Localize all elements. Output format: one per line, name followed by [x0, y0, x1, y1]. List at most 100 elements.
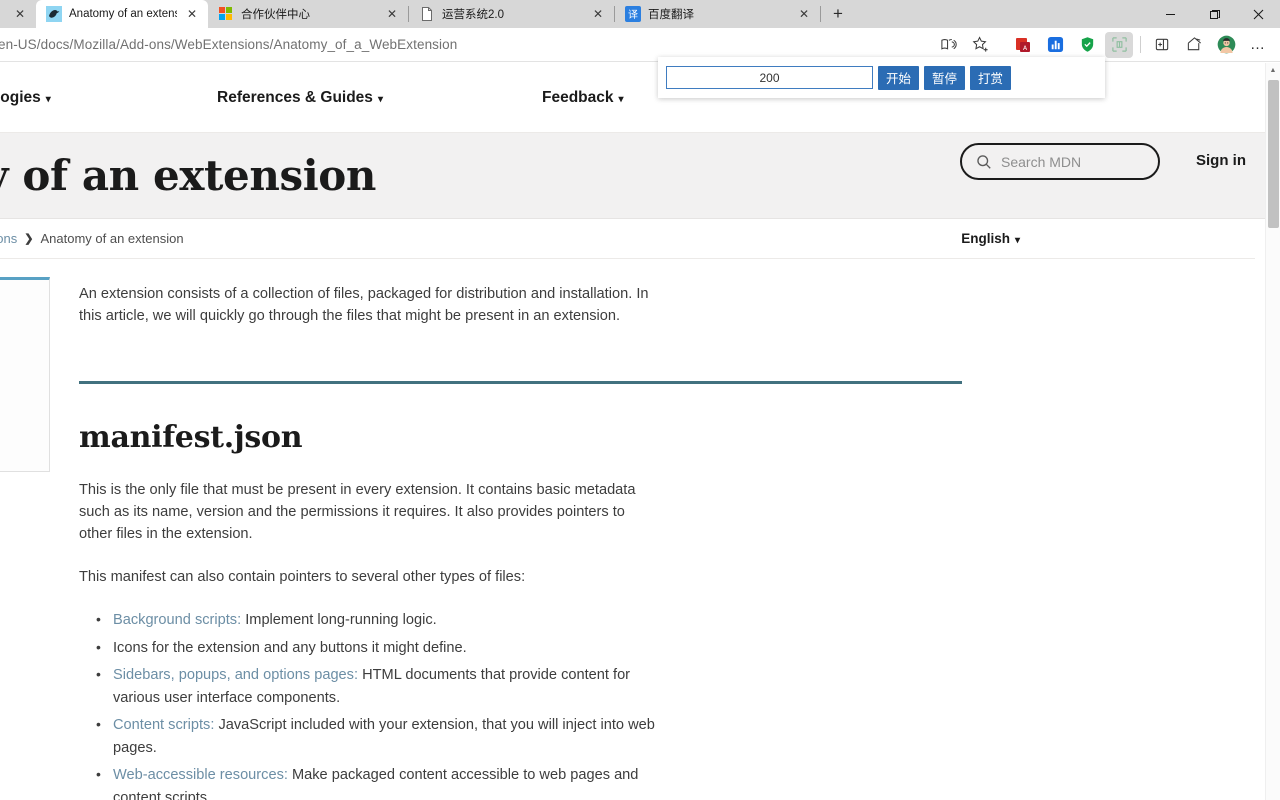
profile-avatar-icon — [1217, 35, 1235, 54]
share-icon — [1187, 37, 1201, 51]
chevron-down-icon: ▾ — [618, 93, 624, 105]
profile-button[interactable] — [1212, 32, 1240, 58]
url-input[interactable]: en-US/docs/Mozilla/Add-ons/WebExtensions… — [0, 37, 932, 52]
page-body: s pages es An extension consists of a co… — [0, 259, 1280, 800]
tab-partial-left[interactable]: ✕ — [0, 0, 36, 28]
section-paragraph-1: This is the only file that must be prese… — [79, 482, 636, 542]
settings-more-button[interactable]: … — [1244, 32, 1272, 58]
article-content: An extension consists of a collection of… — [79, 259, 979, 800]
active-extension-icon — [1111, 37, 1127, 52]
analytics-extension-icon — [1047, 36, 1063, 53]
nav-item-references-guides[interactable]: References & Guides ▾ — [217, 89, 542, 107]
new-tab-button[interactable]: + — [825, 1, 851, 27]
count-input[interactable]: 200 — [666, 66, 873, 89]
tab-operations-system[interactable]: 运营系统2.0 ✕ — [409, 0, 614, 28]
breadcrumb: ser Extensions ❯ Anatomy of an extension — [0, 231, 184, 246]
read-aloud-icon — [940, 38, 957, 50]
tab-title: 合作伙伴中心 — [241, 9, 310, 21]
nav-item-feedback[interactable]: Feedback ▾ — [542, 89, 624, 107]
close-window-button[interactable] — [1236, 0, 1280, 28]
browser-window: ✕ Anatomy of an extension - Mozi ✕ 合作伙伴中… — [0, 0, 1280, 800]
split-screen-icon — [1155, 38, 1168, 51]
breadcrumb-current: Anatomy of an extension — [40, 231, 184, 246]
breadcrumb-link-browser-extensions[interactable]: ser Extensions — [0, 231, 17, 246]
chevron-right-icon: ❯ — [24, 233, 34, 245]
pdf-extension-button[interactable]: A — [1009, 32, 1037, 58]
mdn-main-nav: Technologies ▾ References & Guides ▾ Feedb… — [0, 89, 624, 107]
chevron-down-icon: ▾ — [1014, 235, 1020, 246]
svg-text:译: 译 — [628, 9, 638, 21]
intro-paragraph: An extension consists of a collection of… — [79, 286, 649, 324]
scroll-up-icon[interactable]: ▲ — [1266, 63, 1280, 78]
sign-in-button[interactable]: Sign in — [1196, 152, 1246, 169]
read-aloud-button[interactable] — [934, 32, 962, 58]
file-type-list: Background scripts: Implement long-runni… — [79, 608, 979, 800]
page-viewport: Technologies ▾ References & Guides ▾ Feedb… — [0, 63, 1280, 800]
active-extension-button[interactable] — [1105, 31, 1133, 58]
favorite-button[interactable] — [966, 32, 994, 58]
nav-item-technologies[interactable]: Technologies ▾ — [0, 89, 217, 107]
page-title: ny of an extension — [0, 151, 377, 200]
microsoft-icon — [219, 7, 232, 20]
close-icon[interactable]: ✕ — [184, 6, 200, 22]
chevron-down-icon: ▾ — [45, 93, 51, 105]
close-icon[interactable]: ✕ — [12, 6, 28, 22]
tab-anatomy-of-an-extension[interactable]: Anatomy of an extension - Mozi ✕ — [36, 0, 208, 28]
close-icon[interactable]: ✕ — [590, 6, 606, 22]
list-item: Background scripts: Implement long-runni… — [79, 608, 665, 632]
tab-baidu-translate[interactable]: 译 百度翻译 ✕ — [615, 0, 820, 28]
document-icon — [422, 7, 432, 21]
analytics-extension-button[interactable] — [1041, 32, 1069, 58]
list-item-text: Icons for the extension and any buttons … — [113, 639, 467, 656]
search-input[interactable]: Search MDN — [960, 143, 1160, 180]
tab-title: 百度翻译 — [648, 9, 694, 21]
firefox-icon — [46, 6, 62, 22]
baidu-translate-icon: 译 — [625, 6, 641, 22]
list-item-text: Implement long-running logic. — [241, 612, 437, 628]
sidebar-card: s pages es — [0, 277, 50, 472]
shield-extension-button[interactable] — [1073, 32, 1101, 58]
list-item: Content scripts: JavaScript included wit… — [79, 713, 665, 759]
nav-label: Feedback — [542, 88, 614, 106]
close-icon[interactable]: ✕ — [796, 6, 812, 22]
close-icon[interactable]: ✕ — [384, 6, 400, 22]
tab-strip: ✕ Anatomy of an extension - Mozi ✕ 合作伙伴中… — [0, 0, 1280, 28]
scrollbar-thumb[interactable] — [1268, 80, 1279, 228]
section-heading-manifest: manifest.json — [79, 420, 303, 455]
pause-button[interactable]: 暂停 — [924, 65, 966, 90]
tab-partner-center[interactable]: 合作伙伴中心 ✕ — [208, 0, 408, 28]
split-screen-button[interactable] — [1148, 32, 1176, 58]
tab-title: Anatomy of an extension - Mozi — [69, 8, 177, 20]
list-item: Web-accessible resources: Make packaged … — [79, 763, 665, 800]
pdf-extension-icon: A — [1016, 37, 1030, 52]
page-scrollbar[interactable]: ▲ — [1265, 63, 1280, 800]
link-background-scripts[interactable]: Background scripts: — [113, 612, 241, 628]
section-divider — [79, 381, 962, 384]
link-content-scripts[interactable]: Content scripts: — [113, 717, 214, 733]
close-icon — [1253, 9, 1263, 19]
collections-button[interactable] — [1180, 32, 1208, 58]
tip-button[interactable]: 打赏 — [970, 65, 1012, 90]
link-sidebars-popups-options[interactable]: Sidebars, popups, and options pages: — [113, 667, 358, 683]
window-controls — [1148, 0, 1280, 28]
tab-divider — [820, 6, 821, 22]
start-button[interactable]: 开始 — [878, 65, 920, 90]
shield-extension-icon — [1081, 37, 1093, 52]
minimize-button[interactable] — [1148, 0, 1192, 28]
language-selector[interactable]: English ▾ — [961, 231, 1020, 246]
settings-more-icon: … — [1250, 36, 1266, 53]
extension-popup-panel: 200 开始 暂停 打赏 — [658, 57, 1105, 98]
chevron-down-icon: ▾ — [377, 93, 383, 105]
search-placeholder: Search MDN — [1001, 153, 1082, 170]
search-icon — [977, 154, 991, 169]
maximize-button[interactable] — [1192, 0, 1236, 28]
list-item: Sidebars, popups, and options pages: HTM… — [79, 663, 665, 709]
nav-label: References & Guides — [217, 88, 373, 106]
section-paragraph-2: This manifest can also contain pointers … — [79, 569, 526, 585]
link-web-accessible-resources[interactable]: Web-accessible resources: — [113, 767, 288, 783]
language-label: English — [961, 231, 1010, 246]
breadcrumb-band: ser Extensions ❯ Anatomy of an extension… — [0, 219, 1255, 259]
favorite-star-icon — [972, 36, 988, 52]
minimize-icon — [1165, 13, 1175, 15]
list-item: Icons for the extension and any buttons … — [79, 636, 665, 660]
